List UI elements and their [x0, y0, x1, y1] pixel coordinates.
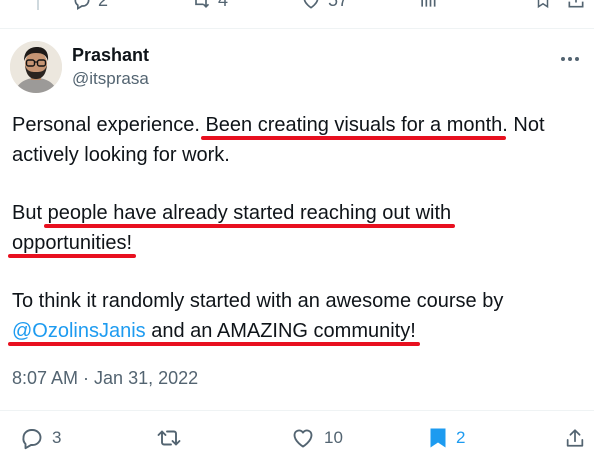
mention-link[interactable]: @OzolinsJanis — [12, 320, 146, 342]
prev-repost-count: 4 — [218, 0, 229, 10]
tweet-detail-view: 2 4 57 Prashant @itsprasa Personal exper… — [0, 0, 594, 451]
tweet-paragraph-2: But people have already started reaching… — [12, 198, 587, 258]
reply-button[interactable]: 3 — [20, 426, 61, 450]
author-handle[interactable]: @itsprasa — [72, 68, 149, 90]
more-options-button[interactable] — [558, 52, 582, 66]
tweet-text-segment: and an AMAZING community! — [145, 320, 416, 342]
tweet-timestamp: 8:07 AM · Jan 31, 2022 — [12, 366, 198, 390]
more-dot-icon — [575, 57, 579, 61]
tweet-text-segment: To think it randomly started with an awe… — [12, 290, 504, 312]
views-icon — [421, 0, 436, 7]
highlighted-phrase: opportunities! — [12, 232, 133, 254]
timestamp-time[interactable]: 8:07 AM — [12, 368, 78, 388]
avatar-portrait-icon — [10, 41, 62, 93]
author-block: Prashant @itsprasa — [72, 44, 149, 90]
tweet-text: Personal experience. Been creating visua… — [12, 110, 587, 346]
tweet-text-segment: Personal experience. — [12, 114, 206, 136]
reply-icon — [22, 429, 42, 450]
timestamp-separator: · — [78, 368, 95, 388]
highlighted-phrase: @OzolinsJanis and an AMAZING community! — [12, 320, 416, 342]
more-dot-icon — [561, 57, 565, 61]
tweet-actions-bar: 3 10 2 — [0, 426, 594, 451]
prev-like-button[interactable]: 57 — [300, 0, 348, 11]
repost-button[interactable] — [156, 426, 190, 450]
prev-bookmark-button[interactable] — [534, 0, 552, 10]
tweet-text-segment: But — [12, 202, 48, 224]
bookmark-button[interactable]: 2 — [428, 426, 465, 450]
share-icon — [566, 429, 584, 447]
highlighted-phrase: Been creating visuals for a month — [205, 114, 503, 136]
like-count: 10 — [324, 428, 343, 447]
avatar[interactable] — [10, 41, 62, 93]
reply-count: 3 — [52, 428, 62, 447]
prev-share-button[interactable] — [566, 0, 586, 10]
highlighted-phrase: people have already started reaching out… — [47, 202, 452, 224]
prev-like-count: 57 — [328, 0, 349, 10]
timestamp-date[interactable]: Jan 31, 2022 — [94, 368, 198, 388]
top-divider — [0, 28, 594, 29]
share-button[interactable] — [564, 426, 586, 450]
like-button[interactable]: 10 — [290, 426, 343, 450]
heart-icon — [303, 0, 319, 9]
repost-icon — [157, 430, 181, 446]
previous-tweet-actions: 2 4 57 — [0, 0, 594, 12]
prev-repost-button[interactable]: 4 — [190, 0, 228, 11]
tweet-paragraph-3: To think it randomly started with an awe… — [12, 286, 587, 346]
heart-icon — [293, 429, 313, 448]
bookmark-filled-icon — [430, 428, 446, 448]
bookmark-icon — [537, 0, 549, 9]
repost-icon — [195, 0, 210, 8]
prev-views-button[interactable] — [418, 0, 438, 10]
author-name[interactable]: Prashant — [72, 44, 149, 66]
share-icon — [568, 0, 584, 8]
more-dot-icon — [568, 57, 572, 61]
prev-reply-count: 2 — [98, 0, 109, 10]
prev-reply-button[interactable]: 2 — [72, 0, 108, 11]
reply-icon — [74, 0, 90, 10]
actions-divider — [0, 410, 594, 411]
bookmark-count: 2 — [456, 428, 466, 447]
tweet-paragraph-1: Personal experience. Been creating visua… — [12, 110, 587, 170]
